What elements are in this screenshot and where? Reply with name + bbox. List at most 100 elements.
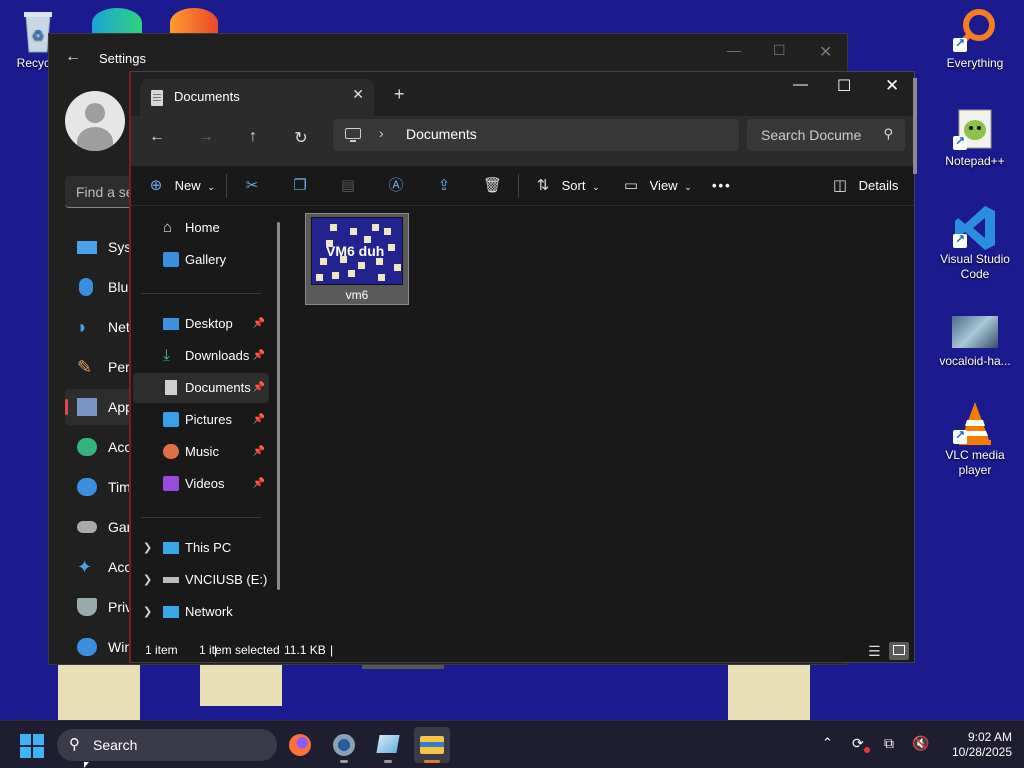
address-bar[interactable]: › Documents (333, 119, 739, 151)
pin-icon[interactable]: 📌 (253, 341, 265, 371)
desktop-icon-label: VLC media player (945, 448, 1005, 477)
chevron-down-icon: ⌄ (684, 182, 692, 192)
vlc-icon (953, 400, 997, 445)
taskbar-search[interactable]: ⚲ Search (57, 729, 277, 761)
nav-item-downloads[interactable]: ⤓ Downloads 📌 (133, 341, 269, 371)
desktop-icon-label: Visual Studio Code (940, 252, 1010, 281)
large-icons-view-button[interactable] (889, 642, 909, 660)
gallery-icon (163, 252, 179, 267)
copy-icon: ❐ (293, 177, 307, 194)
breadcrumb[interactable]: Documents (406, 126, 477, 142)
minimize-button[interactable]: — (793, 76, 808, 93)
pin-icon[interactable]: 📌 (253, 309, 265, 339)
chevron-right-icon[interactable]: › (379, 125, 384, 141)
tab-documents[interactable]: Documents ✕ (140, 79, 374, 116)
nav-item-home[interactable]: ⌂ Home (133, 213, 269, 243)
close-button[interactable]: ✕ (819, 42, 832, 62)
selection-count: 1 item selected (199, 643, 280, 657)
cut-button[interactable]: ✂ (243, 175, 261, 197)
back-arrow-icon[interactable]: ← (145, 128, 169, 146)
more-options-button[interactable]: ••• (712, 175, 732, 197)
desktop-icon-label: vocaloid-ha... (939, 354, 1011, 368)
taskbar-clock[interactable]: 9:02 AM 10/28/2025 (930, 730, 1012, 760)
desktop-icon-vscode[interactable]: Visual Studio Code (935, 204, 1015, 282)
pin-icon[interactable]: 📌 (253, 373, 265, 403)
desktop-icon-vocaloid[interactable]: vocaloid-ha... (935, 316, 1015, 369)
tab-label: Documents (174, 89, 240, 104)
background-paper-shape (200, 664, 282, 706)
nav-item-usb-drive[interactable]: ❯ VNCIUSB (E:) (133, 565, 269, 595)
nav-item-documents[interactable]: Documents 📌 (133, 373, 269, 403)
pin-icon[interactable]: 📌 (253, 469, 265, 499)
search-icon: ⚲ (69, 736, 80, 753)
sync-icon[interactable]: ⟳ (852, 735, 864, 752)
vscode-icon (953, 204, 997, 250)
chevron-right-icon[interactable]: ❯ (143, 533, 152, 563)
tab-bar: Documents ✕ + — ☐ ✕ (131, 72, 914, 116)
command-bar: ⊕ New ⌄ ✂ ❐ ▤ Ⓐ ⇪ 🗑 ⇅ Sort ⌄ ▭ View ⌄ ••… (131, 166, 914, 206)
desktop-icon-vlc[interactable]: VLC media player (935, 400, 1015, 478)
accessibility-icon: ✦ (77, 557, 93, 577)
share-button[interactable]: ⇪ (435, 175, 453, 197)
details-view-button[interactable]: ☰ (865, 642, 885, 660)
rename-button[interactable]: Ⓐ (387, 175, 405, 197)
display-icon[interactable]: ⧉ (884, 735, 894, 752)
maximize-button[interactable]: ☐ (773, 42, 786, 59)
nav-item-videos[interactable]: Videos 📌 (133, 469, 269, 499)
view-button[interactable]: ▭ View ⌄ (622, 175, 692, 197)
nav-item-gallery[interactable]: Gallery (133, 245, 269, 275)
volume-muted-icon[interactable]: 🔇 (912, 735, 929, 752)
sort-button[interactable]: ⇅ Sort ⌄ (534, 175, 600, 197)
window-scrollbar[interactable] (913, 78, 917, 174)
nav-item-desktop[interactable]: Desktop 📌 (133, 309, 269, 339)
taskbar-app[interactable] (370, 727, 406, 763)
settings-title: Settings (99, 51, 146, 66)
nav-item-pictures[interactable]: Pictures 📌 (133, 405, 269, 435)
chevron-right-icon[interactable]: ❯ (143, 565, 152, 595)
computer-icon (163, 542, 179, 554)
desktop-icon-notepadpp[interactable]: Notepad++ (935, 106, 1015, 169)
new-button[interactable]: ⊕ New ⌄ (147, 175, 215, 197)
chevron-right-icon[interactable]: ❯ (143, 597, 152, 627)
gear-icon (333, 734, 355, 756)
up-arrow-icon[interactable]: ↑ (241, 128, 265, 146)
forward-arrow-icon[interactable]: → (194, 128, 218, 146)
delete-button[interactable]: 🗑 (483, 175, 502, 197)
svg-text:♻: ♻ (32, 28, 45, 44)
details-pane-button[interactable]: ◫ Details (831, 175, 898, 197)
search-input[interactable]: Search Documents ⚲ (747, 119, 905, 151)
back-arrow-icon[interactable]: ← (65, 48, 81, 66)
close-tab-icon[interactable]: ✕ (352, 86, 364, 103)
privacy-shield-icon (77, 598, 97, 616)
start-button[interactable] (20, 734, 44, 758)
maximize-button[interactable]: ☐ (837, 76, 851, 96)
taskbar-firefox[interactable] (282, 727, 318, 763)
chevron-up-icon[interactable]: ⌃ (822, 735, 833, 751)
file-item[interactable]: VM6 duh vm6 (305, 213, 409, 305)
file-name: vm6 (345, 288, 369, 302)
nav-item-music[interactable]: Music 📌 (133, 437, 269, 467)
copy-button[interactable]: ❐ (291, 175, 309, 197)
pin-icon[interactable]: 📌 (253, 405, 265, 435)
desktop-icon-everything[interactable]: Everything (935, 8, 1015, 71)
nav-item-network[interactable]: ❯ Network (133, 597, 269, 627)
nav-item-this-pc[interactable]: ❯ This PC (133, 533, 269, 563)
new-tab-button[interactable]: + (394, 84, 405, 105)
divider (518, 174, 519, 198)
paste-button[interactable]: ▤ (339, 175, 357, 197)
taskbar-file-explorer[interactable] (414, 727, 450, 763)
pin-icon[interactable]: 📌 (253, 437, 265, 467)
videos-icon (163, 476, 179, 491)
divider: | (330, 643, 334, 657)
apps-icon (77, 398, 97, 416)
selection-size: 11.1 KB (284, 643, 326, 657)
avatar[interactable] (65, 91, 125, 151)
document-icon (165, 380, 177, 395)
navigation-pane-scrollbar[interactable] (277, 222, 280, 590)
file-explorer-window[interactable]: Documents ✕ + — ☐ ✕ ← → ↑ ↻ › Documents … (129, 71, 915, 663)
taskbar-settings[interactable] (326, 727, 362, 763)
minimize-button[interactable]: — (727, 42, 741, 58)
refresh-icon[interactable]: ↻ (289, 128, 313, 148)
computer-icon (345, 128, 361, 142)
close-button[interactable]: ✕ (885, 76, 899, 96)
